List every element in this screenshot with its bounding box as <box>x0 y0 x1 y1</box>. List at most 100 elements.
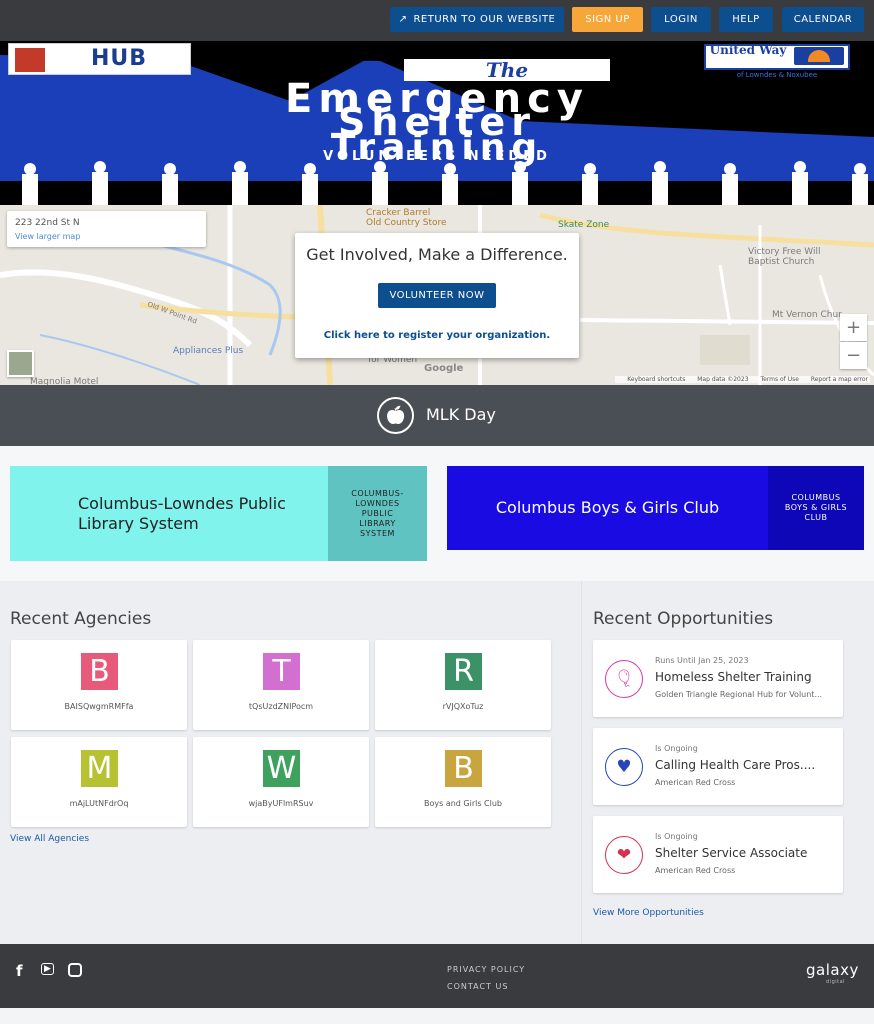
keyboard-shortcuts-link[interactable]: Keyboard shortcuts <box>627 376 685 383</box>
view-more-opportunities-link[interactable]: View More Opportunities <box>593 908 704 918</box>
heartbeat-icon: ♥ <box>605 748 643 786</box>
map-attribution: Keyboard shortcuts Map data ©2023 Terms … <box>615 376 870 383</box>
sign-up-button[interactable]: SIGN UP <box>572 7 643 32</box>
united-way-logo-text: United Way <box>709 43 787 57</box>
map-address: 223 22nd St N <box>15 218 80 228</box>
united-way-hand-icon <box>794 47 844 65</box>
opportunity-title: Homeless Shelter Training <box>655 670 812 684</box>
galaxy-digital-logo[interactable]: galaxy digital <box>806 961 859 985</box>
bottom-strip <box>0 1008 874 1024</box>
youtube-icon[interactable]: ▶ <box>41 963 54 975</box>
map-label-appliances: Appliances Plus <box>173 346 244 356</box>
recent-opportunities-heading: Recent Opportunities <box>593 609 774 629</box>
agency-initial-tile: T <box>263 653 300 690</box>
featured-agency-name: Columbus-Lowndes Public Library System <box>78 493 286 533</box>
agency-card[interactable]: M mAjLUtNFdrOq <box>11 737 187 827</box>
calendar-button[interactable]: CALENDAR <box>782 7 864 32</box>
galaxy-brand-sub: digital <box>826 979 846 985</box>
opportunity-status: Is Ongoing <box>655 744 698 753</box>
google-logo: Google <box>424 363 464 374</box>
apple-icon: 🍎︎ <box>377 397 414 434</box>
featured-agency-card[interactable]: Columbus Boys & Girls Club COLUMBUS BOYS… <box>447 466 864 550</box>
agency-name: Boys and Girls Club <box>423 799 503 808</box>
united-way-logo: United Way of Lowndes & Noxubee <box>704 44 850 82</box>
map-data-text: Map data ©2023 <box>697 376 749 383</box>
agency-name: BAISQwgmRMFfa <box>64 702 134 711</box>
balloon-icon: 🎈︎ <box>605 660 643 698</box>
map-satellite-toggle[interactable] <box>7 350 34 377</box>
map-label-old-country: Old Country Store <box>366 218 447 228</box>
heart-hands-icon: ❤ <box>605 836 643 874</box>
agency-initial-tile: M <box>81 750 118 787</box>
opportunity-agency: Golden Triangle Regional Hub for Volunt.… <box>655 690 823 699</box>
hero-banner: HUB The United Way of Lowndes & Noxubee … <box>0 41 874 205</box>
volunteer-now-button[interactable]: VOLUNTEER NOW <box>378 283 496 308</box>
facebook-icon[interactable]: f <box>16 962 23 980</box>
mlk-day-label: MLK Day <box>426 405 496 424</box>
address-card: 223 22nd St N View larger map <box>7 211 206 247</box>
return-to-website-button[interactable]: ↗ RETURN TO OUR WEBSITE <box>390 7 564 32</box>
featured-agencies: Columbus-Lowndes Public Library System C… <box>0 446 874 581</box>
register-organization-link[interactable]: Click here to register your organization… <box>295 330 579 341</box>
zoom-out-button[interactable]: − <box>840 342 867 369</box>
return-to-website-label: RETURN TO OUR WEBSITE <box>413 14 556 25</box>
zoom-in-button[interactable]: + <box>840 314 867 341</box>
opportunity-agency: American Red Cross <box>655 778 736 787</box>
opportunity-agency: American Red Cross <box>655 866 736 875</box>
map-label-baptist: Baptist Church <box>748 257 815 267</box>
section-divider <box>581 581 582 944</box>
agency-card[interactable]: W wjaByUFlmRSuv <box>193 737 369 827</box>
external-link-icon: ↗ <box>398 14 408 25</box>
agency-card[interactable]: B Boys and Girls Club <box>375 737 551 827</box>
get-involved-heading: Get Involved, Make a Difference. <box>306 245 568 264</box>
report-map-error-link[interactable]: Report a map error <box>811 376 868 383</box>
top-nav-bar: ↗ RETURN TO OUR WEBSITE SIGN UP LOGIN HE… <box>0 0 874 41</box>
site-footer: f ▶ PRIVACY POLICY CONTACT US galaxy dig… <box>0 944 874 1008</box>
opportunity-card[interactable]: ❤ Is Ongoing Shelter Service Associate A… <box>593 816 843 893</box>
view-larger-map-link[interactable]: View larger map <box>15 232 80 241</box>
agency-initial-tile: B <box>445 750 482 787</box>
agency-initial-tile: W <box>263 750 300 787</box>
featured-agency-side-label: COLUMBUS-LOWNDES PUBLIC LIBRARY SYSTEM <box>328 466 427 561</box>
recent-agencies-heading: Recent Agencies <box>10 609 152 629</box>
galaxy-brand-text: galaxy <box>806 961 859 979</box>
map-label-cracker-barrel: Cracker Barrel <box>366 208 431 218</box>
agency-initial-tile: R <box>445 653 482 690</box>
united-way-logo-sub: of Lowndes & Noxubee <box>736 71 818 79</box>
opportunity-card[interactable]: 🎈︎ Runs Until Jan 25, 2023 Homeless Shel… <box>593 640 843 717</box>
login-button[interactable]: LOGIN <box>651 7 711 32</box>
featured-agency-card[interactable]: Columbus-Lowndes Public Library System C… <box>10 466 427 561</box>
view-all-agencies-link[interactable]: View All Agencies <box>10 834 89 844</box>
agency-card[interactable]: B BAISQwgmRMFfa <box>11 640 187 730</box>
agency-initial-tile: B <box>81 653 118 690</box>
agency-name: tQsUzdZNIPocm <box>248 702 314 711</box>
agency-name: wjaByUFlmRSuv <box>248 799 314 808</box>
recent-section: Recent Agencies B BAISQwgmRMFfa T tQsUzd… <box>0 581 874 944</box>
regional-hub-logo: HUB <box>8 43 191 75</box>
agency-name: rVJQXoTuz <box>442 702 484 711</box>
get-involved-card: Get Involved, Make a Difference. VOLUNTE… <box>295 233 579 358</box>
hub-logo-text: HUB <box>90 46 148 71</box>
map-label-mt-vernon: Mt Vernon Chur <box>772 310 842 320</box>
map-label-skate-zone: Skate Zone <box>558 220 610 230</box>
map-label-magnolia: Magnolia Motel <box>30 377 99 385</box>
map-label-victory: Victory Free Will <box>748 247 821 257</box>
opportunity-card[interactable]: ♥ Is Ongoing Calling Health Care Pros...… <box>593 728 843 805</box>
opportunity-title: Shelter Service Associate <box>655 846 808 860</box>
contact-us-link[interactable]: CONTACT US <box>447 982 508 991</box>
mississippi-shape-icon <box>15 48 45 72</box>
opportunity-status: Runs Until Jan 25, 2023 <box>655 656 749 665</box>
featured-cause-band[interactable]: 🍎︎ MLK Day <box>0 385 874 446</box>
instagram-icon[interactable] <box>68 963 82 977</box>
agency-card[interactable]: T tQsUzdZNIPocm <box>193 640 369 730</box>
agency-card[interactable]: R rVJQXoTuz <box>375 640 551 730</box>
terms-of-use-link[interactable]: Terms of Use <box>760 376 798 383</box>
privacy-policy-link[interactable]: PRIVACY POLICY <box>447 965 525 974</box>
agency-name: mAjLUtNFdrOq <box>69 799 129 808</box>
opportunity-title: Calling Health Care Pros.... <box>655 758 816 772</box>
help-button[interactable]: HELP <box>719 7 773 32</box>
opportunity-status: Is Ongoing <box>655 832 698 841</box>
featured-agency-side-label: COLUMBUS BOYS & GIRLS CLUB <box>768 466 864 550</box>
featured-agency-name: Columbus Boys & Girls Club <box>495 498 720 517</box>
banner-title-line-4: VOLUNTEERS NEEDED <box>323 149 551 164</box>
